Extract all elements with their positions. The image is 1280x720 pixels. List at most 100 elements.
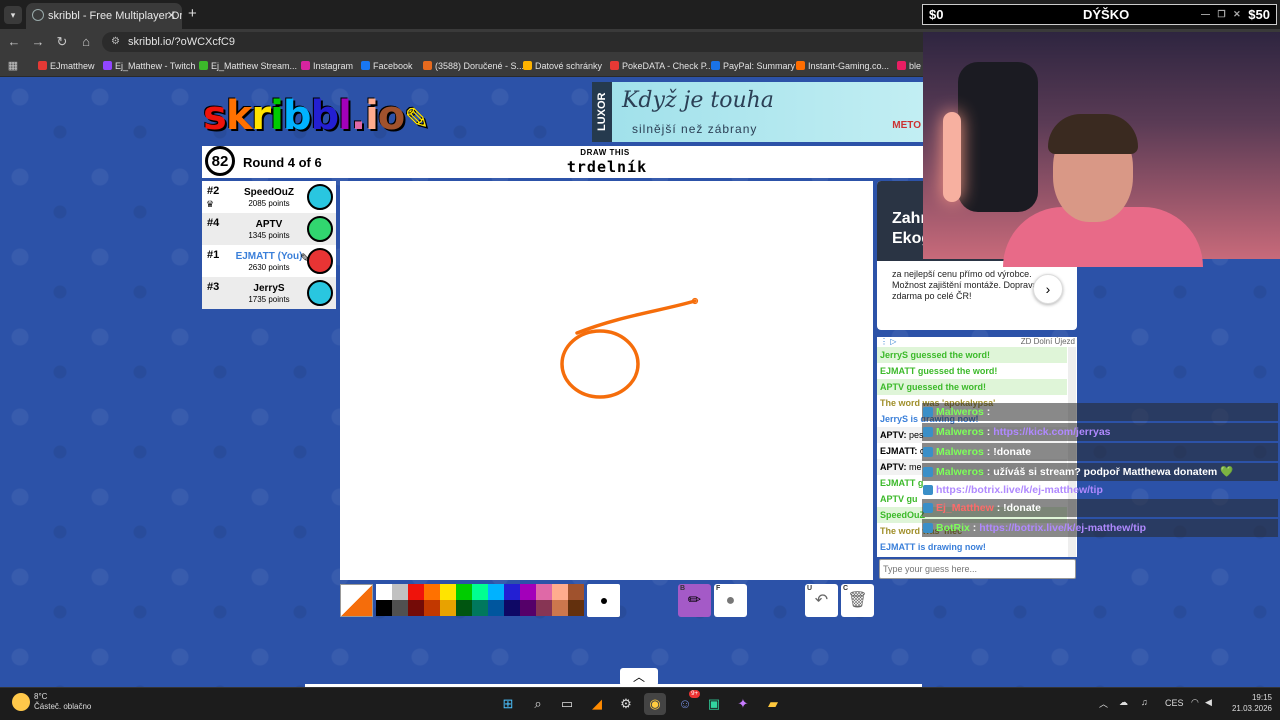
color-swatch[interactable]	[552, 584, 568, 600]
copilot-icon[interactable]: ✦	[732, 693, 754, 715]
reload-icon[interactable]: ↻	[51, 29, 73, 55]
bookmark-9[interactable]: Instant-Gaming.co...	[796, 55, 889, 77]
color-swatch[interactable]	[456, 584, 472, 600]
address-bar[interactable]: ⚙ skribbl.io/?oWCXcfC9	[102, 32, 932, 52]
adchoices-icon[interactable]: ⋮ ▷	[880, 337, 896, 346]
start-icon[interactable]: ⊞	[497, 693, 519, 715]
player-rank: #4	[207, 217, 220, 229]
bookmark-favicon-icon	[897, 61, 906, 70]
home-icon[interactable]: ⌂	[75, 29, 97, 55]
color-swatch[interactable]	[440, 584, 456, 600]
volume-icon[interactable]: ◀	[1205, 697, 1212, 708]
app-icon-2[interactable]: ▣	[703, 693, 725, 715]
color-swatch[interactable]	[504, 600, 520, 616]
clock[interactable]: 19:15 21.03.2026	[1222, 692, 1272, 714]
stream-chat-user: Malweros	[936, 446, 984, 458]
bookmark-6[interactable]: Datové schránky	[523, 55, 602, 77]
color-swatch[interactable]	[568, 584, 584, 600]
color-swatch[interactable]	[552, 600, 568, 616]
color-swatch[interactable]	[488, 600, 504, 616]
drawing-canvas[interactable]	[340, 181, 873, 580]
back-icon[interactable]: ←	[3, 29, 25, 55]
bookmark-0[interactable]: EJmatthew	[38, 55, 95, 77]
color-swatch[interactable]	[568, 600, 584, 616]
apps-grid-icon[interactable]: ▦	[2, 55, 24, 77]
language-indicator[interactable]: CES	[1165, 698, 1184, 708]
forward-icon[interactable]: →	[27, 29, 49, 55]
task-view-icon[interactable]: ▭	[556, 693, 578, 715]
bookmark-1[interactable]: Ej_Matthew - Twitch	[103, 55, 195, 77]
stroke-circle	[560, 329, 640, 399]
wifi-icon[interactable]: ◠	[1191, 697, 1199, 708]
player-row[interactable]: #3 JerryS 1735 points	[202, 277, 336, 309]
brush-size-selector[interactable]	[587, 584, 620, 617]
bookmark-10[interactable]: ble	[897, 55, 921, 77]
microphone-icon[interactable]: ♫	[1141, 697, 1148, 707]
chat-badge-icon	[923, 467, 933, 477]
stream-chat-user: Malweros	[936, 426, 984, 438]
color-swatch[interactable]	[376, 584, 392, 600]
bookmark-5[interactable]: (3588) Doručené - S...	[423, 55, 524, 77]
tab-search-button[interactable]: ▾	[4, 6, 22, 24]
player-row[interactable]: #2 SpeedOuZ 2085 points ♛	[202, 181, 336, 213]
stream-chat-link[interactable]: https://kick.com/jerryas	[993, 426, 1110, 438]
settings-gear-icon[interactable]: ⚙	[615, 693, 637, 715]
onedrive-icon[interactable]: ☁	[1119, 697, 1128, 708]
bookmark-4[interactable]: Facebook	[361, 55, 413, 77]
streamer-hair	[1048, 114, 1138, 154]
color-swatch[interactable]	[392, 600, 408, 616]
player-row[interactable]: #4 APTV 1345 points	[202, 213, 336, 245]
close-tab-icon[interactable]: ✕	[167, 3, 176, 29]
color-swatch[interactable]	[456, 600, 472, 616]
bookmark-7[interactable]: PokeDATA - Check P...	[610, 55, 713, 77]
color-swatch[interactable]	[392, 584, 408, 600]
color-swatch[interactable]	[520, 584, 536, 600]
color-swatch[interactable]	[408, 600, 424, 616]
ad-arrow-button[interactable]: ›	[1033, 274, 1063, 304]
chrome-icon[interactable]: ◉	[644, 693, 666, 715]
bookmark-2[interactable]: Ej_Matthew Stream...	[199, 55, 297, 77]
stream-chat-message: https://botrix.live/k/ej-matthew/tip	[922, 481, 1278, 499]
fill-tool-button[interactable]: F ●	[714, 584, 747, 617]
color-swatch[interactable]	[520, 600, 536, 616]
ad-banner[interactable]: LUXOR Když je touha silnější než zábrany…	[592, 82, 923, 142]
bookmark-8[interactable]: PayPal: Summary	[711, 55, 795, 77]
collapse-up-button[interactable]: ︿	[620, 668, 658, 686]
bookmark-favicon-icon	[103, 61, 112, 70]
color-swatch[interactable]	[440, 600, 456, 616]
site-info-icon[interactable]: ⚙	[111, 32, 120, 52]
color-swatch[interactable]	[472, 600, 488, 616]
color-swatch[interactable]	[408, 584, 424, 600]
bookmark-3[interactable]: Instagram	[301, 55, 353, 77]
bookmark-label: EJmatthew	[50, 61, 95, 71]
color-swatch[interactable]	[504, 584, 520, 600]
browser-tab[interactable]: skribbl - Free Multiplayer Draw ✕	[26, 3, 182, 29]
clear-button[interactable]: C 🗑	[841, 584, 874, 617]
tray-chevron-icon[interactable]: ︿	[1099, 697, 1108, 710]
color-swatch[interactable]	[424, 600, 440, 616]
crown-icon: ♛	[206, 199, 215, 209]
guess-input[interactable]	[879, 559, 1076, 579]
chat-badge-icon	[923, 447, 933, 457]
file-explorer-icon[interactable]: ▰	[762, 693, 784, 715]
skribbl-logo: skribbl.io✎	[203, 93, 429, 139]
discord-icon[interactable]: ☺ 9+	[674, 690, 700, 715]
undo-button[interactable]: U ↶	[805, 584, 838, 617]
app-icon[interactable]: ◢	[586, 693, 608, 715]
stream-chat-link[interactable]: https://botrix.live/k/ej-matthew/tip	[936, 484, 1103, 496]
color-swatch[interactable]	[488, 584, 504, 600]
brush-tool-button[interactable]: B ✏	[678, 584, 711, 617]
stream-goal-bar: $0 DÝŠKO — ❐ ✕ $50	[922, 4, 1277, 25]
tab-title: skribbl - Free Multiplayer Draw	[48, 10, 182, 22]
color-swatch[interactable]	[376, 600, 392, 616]
bookmark-favicon-icon	[711, 61, 720, 70]
player-row[interactable]: #1 EJMATT (You) 2630 points ✎	[202, 245, 336, 277]
search-icon[interactable]: ⌕	[527, 693, 549, 715]
stream-chat-link[interactable]: https://botrix.live/k/ej-matthew/tip	[979, 522, 1146, 534]
color-swatch[interactable]	[536, 584, 552, 600]
color-swatch[interactable]	[536, 600, 552, 616]
color-swatch[interactable]	[472, 584, 488, 600]
color-swatch[interactable]	[424, 584, 440, 600]
window-controls[interactable]: — ❐ ✕	[1201, 5, 1241, 24]
new-tab-button[interactable]: +	[188, 3, 202, 25]
